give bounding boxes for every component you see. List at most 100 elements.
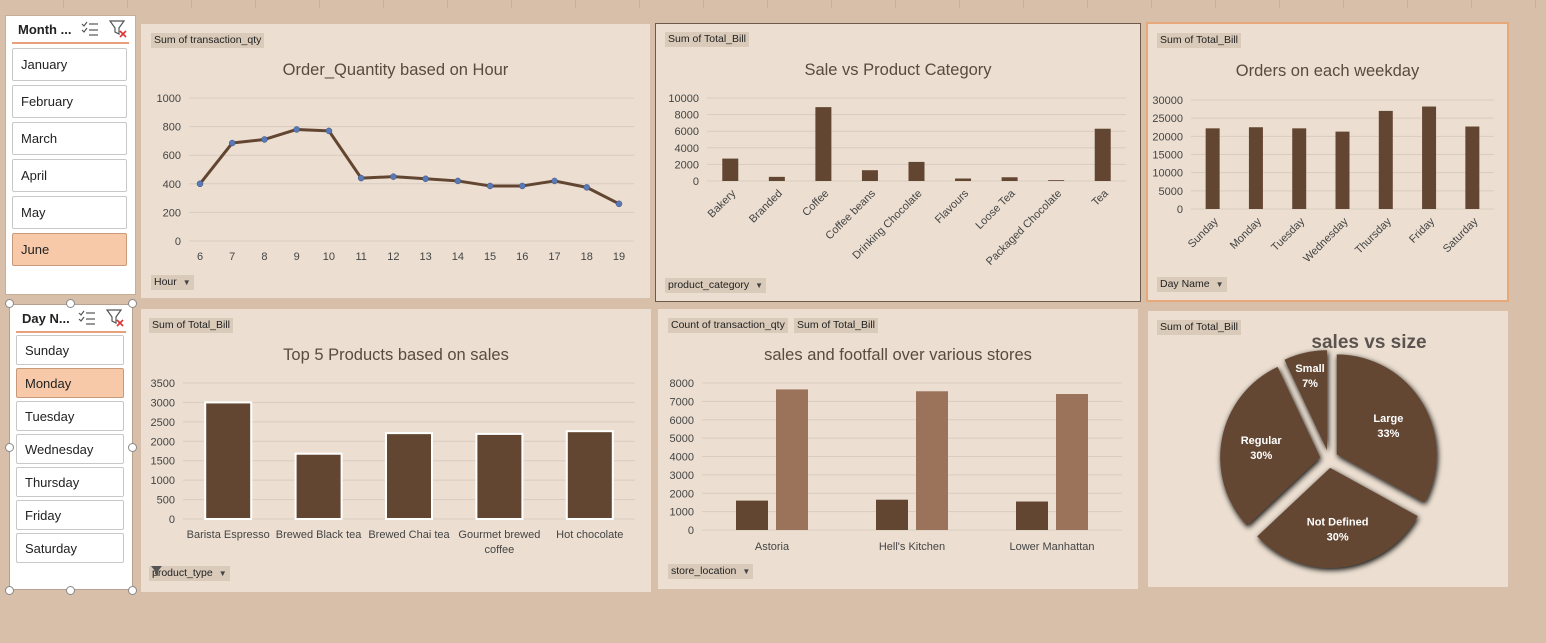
x-tick-label: 19	[613, 251, 625, 263]
axis-field-button[interactable]: Day Name ▼	[1157, 277, 1227, 292]
chart-category-panel[interactable]: Sum of Total_Bill Sale vs Product Catego…	[655, 23, 1141, 302]
bar	[294, 452, 343, 520]
slice-percent: 33%	[1377, 428, 1399, 440]
slicer-item-saturday[interactable]: Saturday	[16, 533, 124, 563]
resize-handle[interactable]	[5, 586, 14, 595]
axis-field-button[interactable]: store_location ▼	[668, 564, 754, 579]
resize-handle[interactable]	[66, 299, 75, 308]
x-tick-label: 12	[387, 251, 399, 263]
chart-size-panel[interactable]: Sum of Total_Bill sales vs size Large 33%…	[1148, 311, 1508, 587]
slice-label: Small	[1295, 363, 1324, 375]
bar	[1465, 126, 1480, 209]
chart-hour-panel[interactable]: Sum of transaction_qty Order_Quantity ba…	[141, 24, 650, 298]
resize-handle[interactable]	[66, 586, 75, 595]
x-tick-label: Hot chocolate	[556, 529, 623, 541]
axis-field-button[interactable]: product_type ▼	[149, 566, 230, 581]
slicer-item-sunday[interactable]: Sunday	[16, 335, 124, 365]
slicer-item-tuesday[interactable]: Tuesday	[16, 401, 124, 431]
x-tick-label: Tea	[1090, 187, 1112, 209]
data-point	[422, 175, 429, 183]
slicer-item-wednesday[interactable]: Wednesday	[16, 434, 124, 464]
month-slicer-title: Month ...	[18, 21, 72, 37]
data-point	[293, 126, 300, 133]
y-tick-label: 25000	[1152, 113, 1183, 125]
y-tick-label: 0	[688, 525, 694, 537]
slicer-item-monday[interactable]: Monday	[16, 368, 124, 398]
slice-label: Regular	[1241, 435, 1283, 447]
slicer-item-june[interactable]: June	[12, 233, 127, 266]
y-tick-label: 5000	[1159, 186, 1183, 198]
y-tick-label: 7000	[670, 396, 694, 408]
clear-filter-icon[interactable]	[109, 20, 127, 38]
data-point	[228, 139, 236, 147]
bar	[1335, 131, 1350, 209]
bar	[916, 391, 948, 530]
slice-percent: 30%	[1250, 450, 1272, 462]
y-tick-label: 1000	[157, 93, 181, 105]
bar	[1094, 128, 1111, 181]
resize-handle[interactable]	[5, 299, 14, 308]
y-tick-label: 600	[163, 150, 181, 162]
slicer-item-friday[interactable]: Friday	[16, 500, 124, 530]
clear-filter-icon[interactable]	[106, 309, 124, 327]
axis-field-button[interactable]: Hour ▼	[151, 275, 194, 290]
y-tick-label: 5000	[670, 433, 694, 445]
y-tick-label: 2000	[151, 436, 175, 448]
y-tick-label: 30000	[1152, 95, 1183, 107]
multi-select-icon[interactable]	[78, 310, 96, 326]
filter-icon	[151, 566, 162, 576]
x-tick-label: 9	[294, 251, 300, 263]
x-tick-label: Coffee	[800, 188, 831, 219]
resize-handle[interactable]	[128, 586, 137, 595]
y-tick-label: 20000	[1152, 131, 1183, 143]
month-slicer[interactable]: Month ... January February March April May Ju…	[5, 15, 136, 295]
y-tick-label: 2500	[151, 417, 175, 429]
x-tick-label: Brewed Black tea	[276, 529, 362, 541]
slice-label: Not Defined	[1307, 516, 1369, 528]
slicer-item-may[interactable]: May	[12, 196, 127, 229]
data-point	[615, 200, 623, 208]
data-point	[454, 177, 462, 185]
data-point	[261, 136, 268, 143]
slicer-item-april[interactable]: April	[12, 159, 127, 192]
x-tick-label: 6	[197, 251, 203, 263]
bar	[955, 178, 972, 181]
chart-weekday-panel[interactable]: Sum of Total_Bill Orders on each weekday…	[1146, 22, 1509, 302]
x-tick-label: 7	[229, 251, 235, 263]
chart-stores-panel[interactable]: Count of transaction_qty Sum of Total_Bi…	[658, 309, 1138, 589]
resize-handle[interactable]	[128, 443, 137, 452]
y-tick-label: 8000	[670, 378, 694, 390]
data-point	[519, 182, 526, 190]
data-point	[390, 173, 397, 180]
resize-handle[interactable]	[5, 443, 14, 452]
day-slicer[interactable]: Day N... Sunday Monday Tuesday Wednesday Thu…	[9, 304, 133, 590]
x-tick-label: Branded	[747, 188, 785, 226]
slicer-item-march[interactable]: March	[12, 122, 127, 155]
resize-handle[interactable]	[128, 299, 137, 308]
x-tick-label: Gourmet brewed	[458, 529, 540, 541]
bar	[1378, 110, 1393, 209]
x-tick-label: 10	[323, 251, 335, 263]
data-point	[583, 184, 591, 191]
x-tick-label: 11	[355, 251, 366, 263]
x-tick-label: 8	[261, 251, 267, 263]
x-tick-label: Wednesday	[1301, 215, 1351, 265]
slicer-item-january[interactable]: January	[12, 48, 127, 81]
y-tick-label: 4000	[670, 452, 694, 464]
bar	[908, 161, 925, 181]
x-tick-label: 17	[548, 251, 560, 263]
bar	[861, 170, 878, 181]
slicer-item-thursday[interactable]: Thursday	[16, 467, 124, 497]
x-tick-label: 18	[581, 251, 593, 263]
multi-select-icon[interactable]	[81, 21, 99, 37]
y-tick-label: 2000	[670, 488, 694, 500]
x-tick-label: Loose Tea	[973, 187, 1018, 232]
x-tick-label: Astoria	[755, 541, 790, 553]
sheet-gridlines	[0, 0, 1546, 8]
x-tick-label: 16	[516, 251, 528, 263]
x-tick-label: 13	[419, 251, 431, 263]
axis-field-button[interactable]: product_category ▼	[665, 278, 767, 293]
slicer-item-february[interactable]: February	[12, 85, 127, 118]
chart-products-panel[interactable]: Sum of Total_Bill Top 5 Products based o…	[141, 309, 651, 592]
bar	[475, 432, 524, 520]
